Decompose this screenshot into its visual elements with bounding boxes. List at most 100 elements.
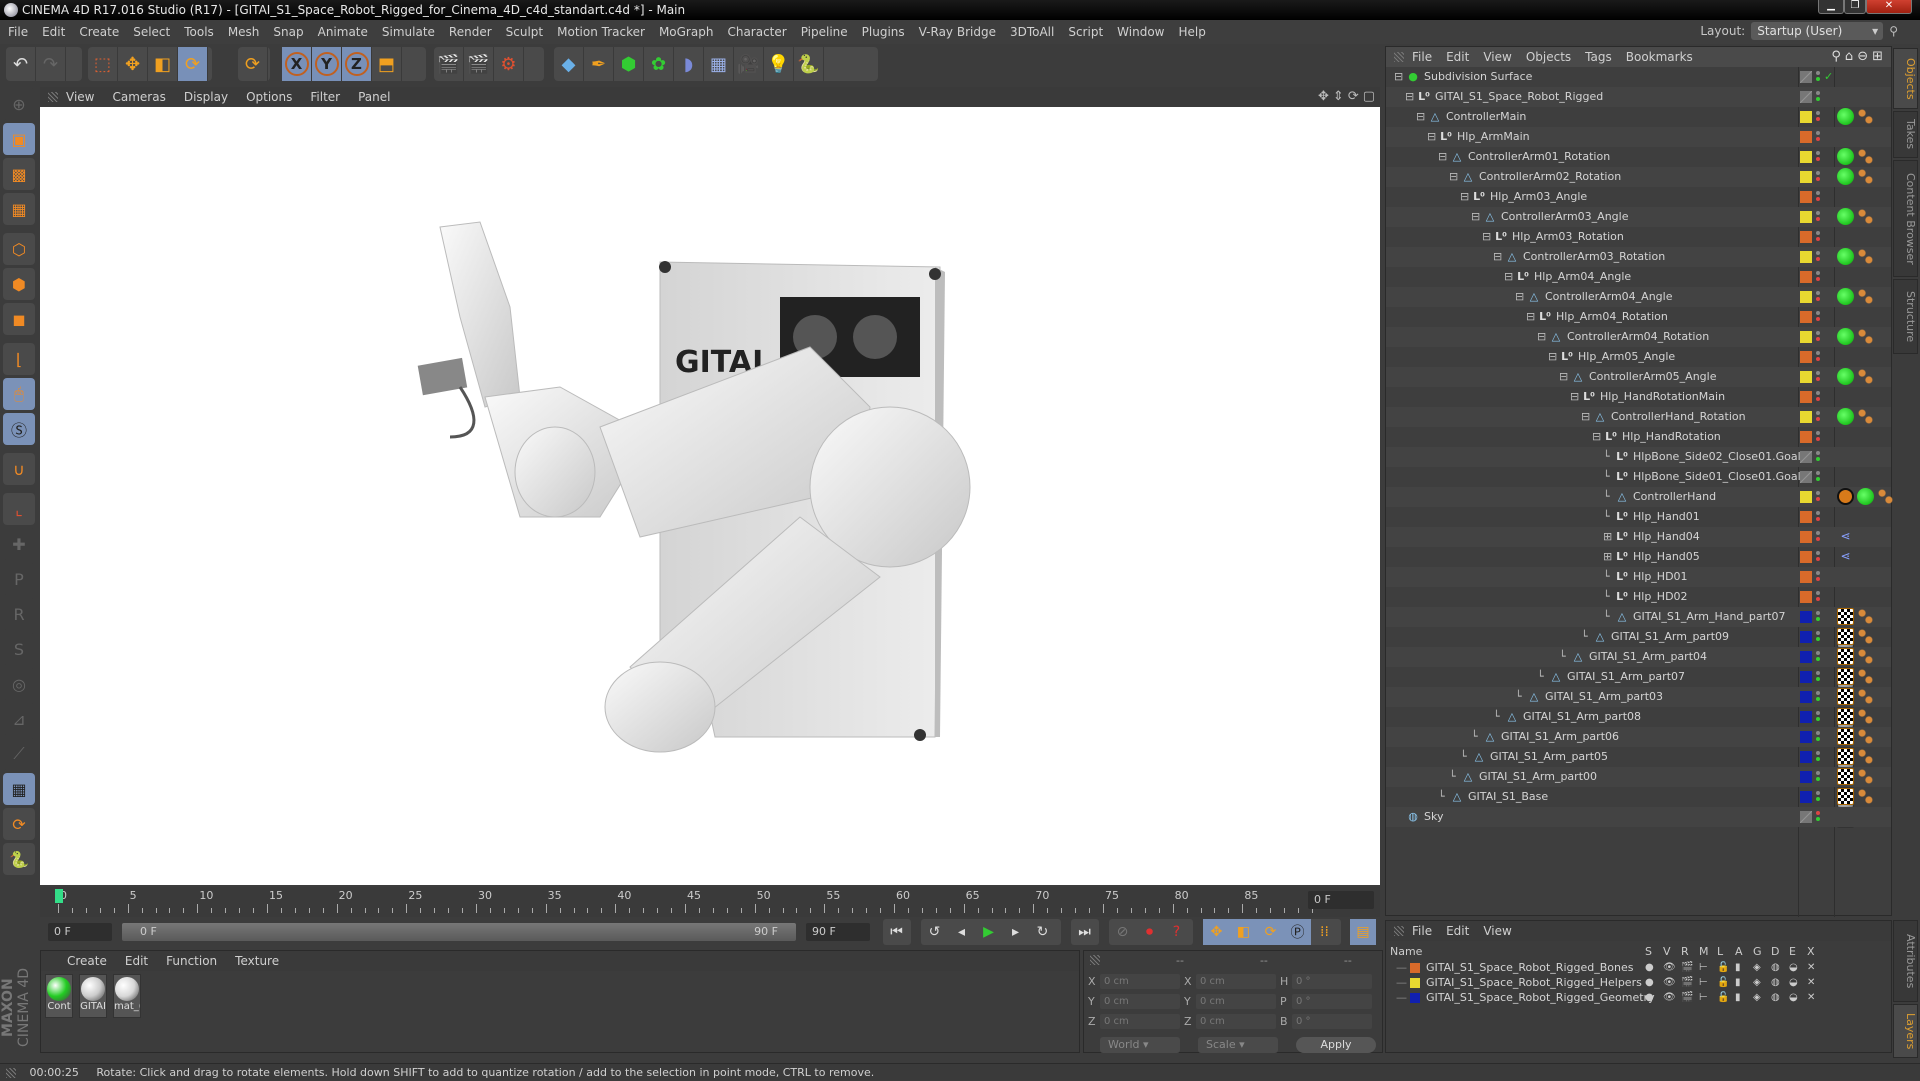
object-row[interactable]: ⊟ L⁰ Hlp_Arm05_Angle	[1386, 347, 1891, 367]
visibility-dots[interactable]	[1816, 410, 1822, 424]
generators-icon[interactable]: ◈	[1753, 991, 1761, 1005]
toggle-layout-icon[interactable]: ▢	[1363, 89, 1375, 104]
layer-menu-edit[interactable]: Edit	[1446, 924, 1469, 938]
render-visibility-dot[interactable]	[1816, 717, 1820, 721]
editor-visibility-dot[interactable]	[1816, 111, 1820, 115]
home-icon[interactable]: ⌂	[1845, 49, 1853, 64]
editor-visibility-dot[interactable]	[1816, 671, 1820, 675]
viewport-menu-options[interactable]: Options	[246, 90, 292, 104]
layer-color-swatch[interactable]	[1800, 271, 1812, 283]
menu-animate[interactable]: Animate	[318, 25, 368, 39]
position-field[interactable]: 0 cm	[1100, 973, 1180, 989]
render-visibility-dot[interactable]	[1816, 97, 1820, 101]
solo-icon[interactable]: ●	[1645, 991, 1654, 1005]
viewport-menu-filter[interactable]: Filter	[310, 90, 340, 104]
manager-icon[interactable]: ⊢	[1699, 991, 1708, 1005]
target-tool-icon[interactable]: ◎	[3, 668, 35, 700]
render-visibility-dot[interactable]	[1816, 137, 1820, 141]
move-key-icon[interactable]: ✥	[1203, 919, 1230, 945]
scale-icon[interactable]: ◧	[148, 47, 178, 81]
editor-visibility-dot[interactable]	[1816, 451, 1820, 455]
solo-icon[interactable]: ●	[1645, 976, 1654, 990]
render-visibility-dot[interactable]	[1816, 697, 1820, 701]
editor-visibility-dot[interactable]	[1816, 331, 1820, 335]
collapse-icon[interactable]: ⊟	[1394, 67, 1403, 87]
protection-tag-icon[interactable]	[1837, 148, 1854, 165]
editor-visibility-dot[interactable]	[1816, 531, 1820, 535]
material-menu-create[interactable]: Create	[67, 954, 107, 968]
visibility-dots[interactable]	[1816, 750, 1822, 764]
render-settings-icon[interactable]: ⚙	[494, 47, 524, 81]
object-row[interactable]: └ △ ControllerHand	[1386, 487, 1894, 507]
expressions-icon[interactable]: ◒	[1789, 961, 1798, 975]
menu-3dtoall[interactable]: 3DToAll	[1010, 25, 1054, 39]
viewport-menu-display[interactable]: Display	[184, 90, 228, 104]
menu-plugins[interactable]: Plugins	[862, 25, 905, 39]
previous-key-icon[interactable]: ↺	[921, 919, 948, 945]
object-row[interactable]: ⊟ △ ControllerArm04_Rotation	[1386, 327, 1891, 347]
layer-color-swatch[interactable]	[1800, 631, 1812, 643]
render-visibility-dot[interactable]	[1816, 117, 1820, 121]
recent-tools-icon[interactable]: ⟳	[238, 47, 268, 81]
visibility-dots[interactable]	[1816, 670, 1822, 684]
layer-color-swatch[interactable]	[1800, 751, 1812, 763]
menu-window[interactable]: Window	[1117, 25, 1164, 39]
expand-icon[interactable]: ⊞	[1603, 527, 1612, 547]
render-visibility-dot[interactable]	[1816, 217, 1820, 221]
live-selection-icon[interactable]: ⬚	[88, 47, 118, 81]
visibility-dots[interactable]	[1816, 350, 1822, 364]
visibility-dots[interactable]	[1816, 430, 1822, 444]
editor-visibility-dot[interactable]	[1816, 191, 1820, 195]
coordinate-system-icon[interactable]: ⬒	[372, 47, 402, 81]
protection-tag-icon[interactable]	[1837, 208, 1854, 225]
menu-motion-tracker[interactable]: Motion Tracker	[557, 25, 645, 39]
editor-visibility-dot[interactable]	[1816, 511, 1820, 515]
bone-tool-icon[interactable]: ⟋	[3, 738, 35, 770]
ik-tool-icon[interactable]: ⊿	[3, 703, 35, 735]
render-visibility-dot[interactable]	[1816, 237, 1820, 241]
editor-visibility-dot[interactable]	[1816, 651, 1820, 655]
layer-color-swatch[interactable]	[1800, 151, 1812, 163]
visibility-dots[interactable]	[1816, 210, 1822, 224]
protection-tag-icon[interactable]	[1837, 248, 1854, 265]
object-row[interactable]: └ △ GITAI_S1_Arm_part03	[1386, 687, 1891, 728]
texture-tag-icon[interactable]	[1837, 688, 1854, 705]
visibility-dots[interactable]	[1816, 110, 1822, 124]
texture-tag-icon[interactable]	[1837, 648, 1854, 665]
end-frame-field[interactable]: 90 F	[806, 923, 870, 941]
protection-tag-icon[interactable]	[1837, 408, 1854, 425]
panel-grip[interactable]	[1394, 926, 1404, 936]
render-visibility-dot[interactable]	[1816, 417, 1820, 421]
ik-tag-icon[interactable]	[1857, 248, 1874, 265]
render-icon[interactable]: 🎬	[1681, 961, 1693, 975]
layer-column-e[interactable]: E	[1789, 945, 1796, 958]
object-row[interactable]: └ △ GITAI_S1_Arm_Hand_part07	[1386, 607, 1891, 648]
parameter-key-icon[interactable]: Ⓟ	[1284, 919, 1311, 945]
object-row[interactable]: ⊟ △ ControllerArm05_Angle	[1386, 367, 1891, 387]
side-tab-content-browser[interactable]: Content Browser	[1893, 160, 1918, 277]
editor-visibility-dot[interactable]	[1816, 551, 1820, 555]
texture-tag-icon[interactable]	[1837, 608, 1854, 625]
render-visibility-dot[interactable]	[1816, 817, 1820, 821]
editor-visibility-dot[interactable]	[1816, 391, 1820, 395]
render-view-icon[interactable]: 🎬	[434, 47, 464, 81]
expressions-icon[interactable]: ◒	[1789, 976, 1798, 990]
scale-field[interactable]: 0 cm	[1196, 973, 1276, 989]
menu-create[interactable]: Create	[79, 25, 119, 39]
ik-tag-icon[interactable]	[1857, 328, 1874, 345]
render-visibility-dot[interactable]	[1816, 637, 1820, 641]
layer-color-swatch[interactable]	[1800, 471, 1812, 483]
object-menu-bookmarks[interactable]: Bookmarks	[1626, 50, 1693, 64]
object-row[interactable]: └ L⁰ Hlp_HD02	[1386, 587, 1891, 607]
cube-icon[interactable]: ◆	[554, 47, 584, 81]
layer-color-swatch[interactable]	[1800, 691, 1812, 703]
layer-color-swatch[interactable]	[1410, 978, 1420, 988]
visibility-dots[interactable]	[1816, 450, 1822, 464]
solo-icon[interactable]: Ⓢ	[3, 413, 35, 445]
editor-visibility-dot[interactable]	[1816, 411, 1820, 415]
collapse-icon[interactable]: ⊟	[1548, 347, 1557, 367]
texture-tag-icon[interactable]	[1837, 668, 1854, 685]
restore-button[interactable]: ❐	[1844, 0, 1866, 14]
layer-color-swatch[interactable]	[1800, 731, 1812, 743]
layer-color-swatch[interactable]	[1800, 551, 1812, 563]
